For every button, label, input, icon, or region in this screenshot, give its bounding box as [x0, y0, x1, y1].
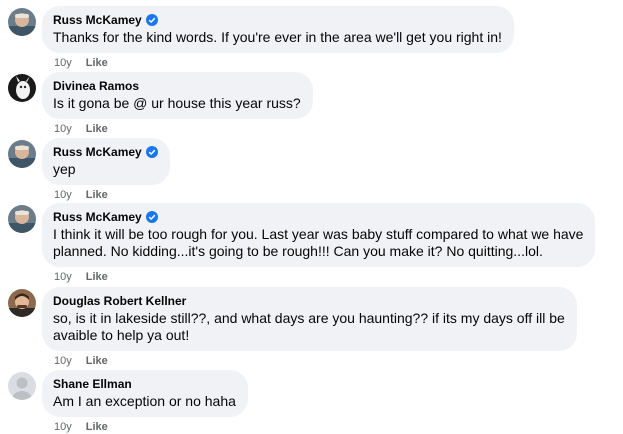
comment-author[interactable]: Douglas Robert Kellner — [53, 293, 186, 309]
comment-bubble: Douglas Robert Kellner so, is it in lake… — [42, 287, 577, 351]
comment-bubble: Russ McKamey Thanks for the kind words. … — [42, 6, 514, 53]
comment: Shane Ellman Am I an exception or no hah… — [8, 370, 248, 434]
douglas-avatar[interactable] — [8, 289, 36, 317]
comment: Russ McKamey I think it will be too roug… — [8, 203, 596, 284]
comment: Divinea Ramos Is it gona be @ ur house t… — [8, 72, 313, 136]
comment-text: Thanks for the kind words. If you're eve… — [53, 29, 502, 45]
comment-timestamp[interactable]: 10y — [54, 188, 72, 202]
comment-thread: Russ McKamey Thanks for the kind words. … — [0, 0, 623, 434]
comment-text: Am I an exception or no haha — [53, 393, 236, 409]
comment-text: Is it gona be @ ur house this year russ? — [53, 95, 301, 111]
comment-text-line: I think it will be too rough for you. La… — [53, 226, 584, 242]
comment: Russ McKamey Thanks for the kind words. … — [8, 6, 514, 70]
like-button[interactable]: Like — [86, 56, 108, 70]
comment-text: so, is it in lakeside still??, and what … — [53, 310, 565, 344]
comment-author[interactable]: Russ McKamey — [53, 12, 142, 28]
comment: Russ McKamey yep 10y Like — [8, 138, 170, 202]
comment-text-line: avaible to help ya out! — [53, 327, 190, 343]
divinea-avatar[interactable] — [8, 74, 36, 102]
comment-text-line: so, is it in lakeside still??, and what … — [53, 310, 565, 326]
comment-text-line: planned. No kidding...it's going to be r… — [53, 243, 543, 259]
comment-bubble: Divinea Ramos Is it gona be @ ur house t… — [42, 72, 313, 119]
comment-author[interactable]: Russ McKamey — [53, 144, 142, 160]
like-button[interactable]: Like — [86, 270, 108, 284]
verified-badge-icon — [145, 14, 158, 26]
comment-author[interactable]: Divinea Ramos — [53, 78, 139, 94]
comment-bubble: Russ McKamey I think it will be too roug… — [42, 203, 596, 267]
like-button[interactable]: Like — [86, 122, 108, 136]
comment-author[interactable]: Shane Ellman — [53, 376, 132, 392]
comment: Douglas Robert Kellner so, is it in lake… — [8, 287, 577, 368]
russ-avatar[interactable] — [8, 8, 36, 36]
comment-timestamp[interactable]: 10y — [54, 354, 72, 368]
like-button[interactable]: Like — [86, 188, 108, 202]
default-avatar[interactable] — [8, 372, 36, 400]
comment-bubble: Shane Ellman Am I an exception or no hah… — [42, 370, 248, 417]
russ-avatar[interactable] — [8, 205, 36, 233]
comment-timestamp[interactable]: 10y — [54, 56, 72, 70]
russ-avatar[interactable] — [8, 140, 36, 168]
verified-badge-icon — [145, 211, 158, 223]
verified-badge-icon — [145, 146, 158, 158]
comment-timestamp[interactable]: 10y — [54, 122, 72, 136]
comment-author[interactable]: Russ McKamey — [53, 209, 142, 225]
comment-timestamp[interactable]: 10y — [54, 270, 72, 284]
comment-text: I think it will be too rough for you. La… — [53, 226, 583, 260]
comment-bubble: Russ McKamey yep — [42, 138, 170, 185]
comment-text: yep — [53, 161, 76, 177]
like-button[interactable]: Like — [86, 354, 108, 368]
